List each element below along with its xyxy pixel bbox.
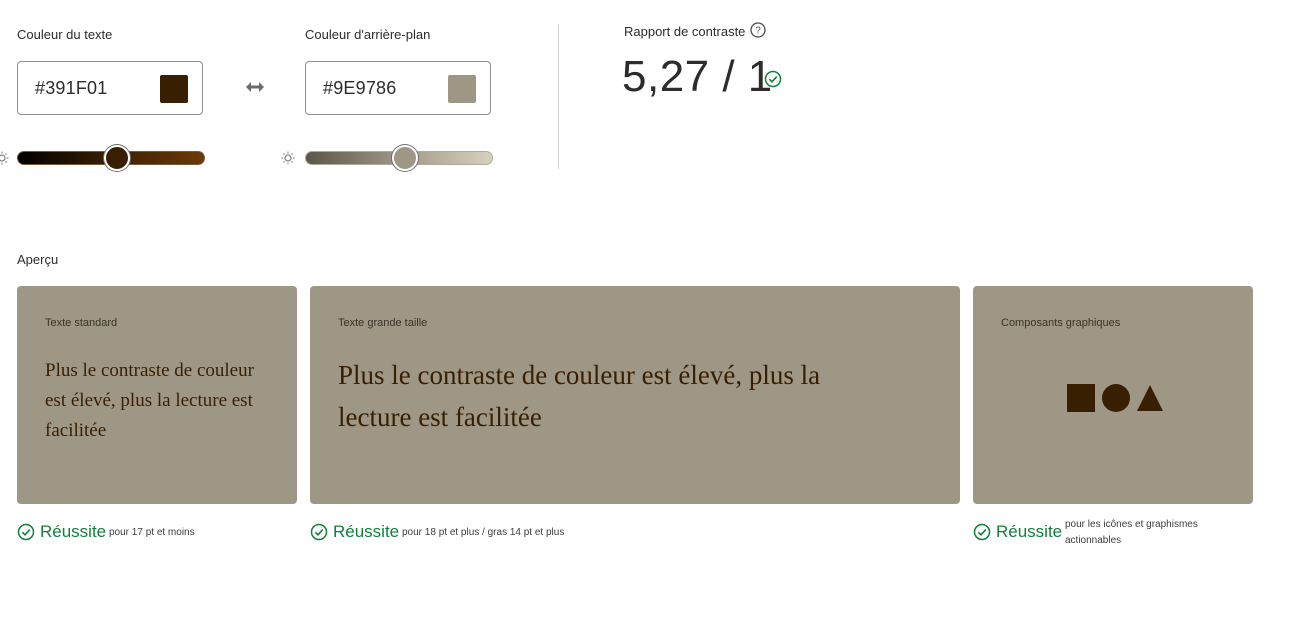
large-text-sample: Plus le contraste de couleur est élevé, …	[338, 360, 821, 432]
pass-label: Réussite	[996, 522, 1063, 541]
svg-text:?: ?	[755, 26, 761, 37]
preview-title: Aperçu	[17, 252, 59, 267]
brightness-icon	[0, 151, 9, 165]
pass-result-large: Réussite pour 18 pt et plus / gras 14 pt…	[310, 520, 710, 548]
background-color-slider-thumb[interactable]	[392, 145, 418, 171]
card-title: Composants graphiques	[1001, 317, 1121, 329]
standard-text-sample: Plus le contraste de couleur est élevé, …	[45, 360, 254, 441]
pass-note: pour les icônes et graphismes actionnabl…	[1065, 519, 1198, 546]
background-color-swatch[interactable]	[448, 75, 476, 103]
text-color-hex-value[interactable]: #391F01	[35, 78, 107, 99]
text-color-label: Couleur du texte	[17, 27, 113, 42]
contrast-ratio-label: Rapport de contraste	[624, 24, 746, 39]
card-title: Texte grande taille	[338, 317, 428, 329]
vertical-divider	[558, 24, 559, 169]
check-circle-icon	[764, 70, 782, 88]
pass-note: pour 17 pt et moins	[109, 527, 195, 538]
background-color-label: Couleur d'arrière-plan	[305, 27, 431, 42]
pass-label: Réussite	[40, 522, 107, 541]
check-circle-icon	[973, 523, 991, 541]
help-icon[interactable]: ?	[750, 22, 766, 38]
pass-result-standard: Réussite pour 17 pt et moins	[17, 520, 297, 548]
text-color-slider-thumb[interactable]	[104, 145, 130, 171]
check-circle-icon	[310, 523, 328, 541]
pass-label: Réussite	[333, 522, 400, 541]
text-color-input[interactable]: #391F01	[17, 61, 203, 115]
preview-card-large-text: Texte grande taille Plus le contraste de…	[310, 286, 960, 504]
text-color-swatch[interactable]	[160, 75, 188, 103]
preview-card-standard-text: Texte standard Plus le contraste de coul…	[17, 286, 297, 504]
contrast-ratio-value: 5,27 / 1	[622, 52, 773, 101]
check-circle-icon	[17, 523, 35, 541]
preview-card-graphic-components: Composants graphiques	[973, 286, 1253, 504]
triangle-shape	[1137, 385, 1163, 411]
square-shape	[1067, 384, 1095, 412]
card-title: Texte standard	[45, 317, 118, 329]
circle-shape	[1102, 384, 1130, 412]
pass-note: pour 18 pt et plus / gras 14 pt et plus	[402, 527, 565, 538]
background-color-hex-value[interactable]: #9E9786	[323, 78, 396, 99]
brightness-icon	[281, 151, 295, 165]
pass-result-graphics: Réussite pour les icônes et graphismes a…	[973, 519, 1273, 556]
background-color-input[interactable]: #9E9786	[305, 61, 491, 115]
swap-arrows-icon[interactable]	[244, 78, 266, 96]
